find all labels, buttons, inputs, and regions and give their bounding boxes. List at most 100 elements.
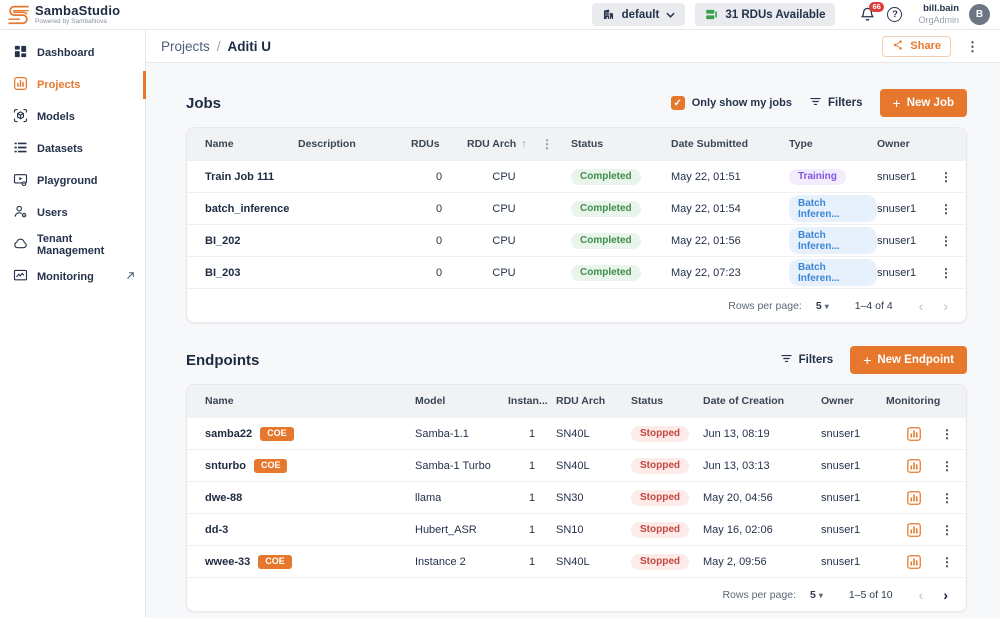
row-menu-button[interactable]: ⋮ <box>941 555 953 569</box>
endpoints-table-row[interactable]: dd-3Hubert_ASR1SN10StoppedMay 16, 02:06s… <box>187 513 966 545</box>
monitoring-chart-icon[interactable] <box>886 522 941 538</box>
row-menu-button[interactable]: ⋮ <box>941 491 953 505</box>
endpoint-name: samba22COE <box>205 427 415 441</box>
sidebar-item-models[interactable]: Models <box>0 101 145 133</box>
previous-page-button[interactable]: ‹ <box>919 299 924 313</box>
page-menu-button[interactable]: ⋮ <box>966 40 979 53</box>
rows-per-page-select[interactable]: 5▾ <box>810 589 823 601</box>
endpoint-rdu-arch: SN40L <box>556 460 631 472</box>
app-logo[interactable]: SambaStudio Powered by SambaNova <box>8 4 120 25</box>
column-header-status[interactable]: Status <box>631 395 703 407</box>
row-menu-button[interactable]: ⋮ <box>940 202 952 216</box>
row-menu-button[interactable]: ⋮ <box>940 234 952 248</box>
row-menu-button[interactable]: ⋮ <box>941 459 953 473</box>
share-button[interactable]: Share <box>882 36 951 57</box>
user-info: bill.bain OrgAdmin <box>918 3 959 25</box>
next-page-button[interactable]: › <box>943 588 948 602</box>
building-icon <box>602 8 615 21</box>
new-job-button[interactable]: + New Job <box>880 89 967 117</box>
endpoints-table-body: samba22COESamba-1.11SN40LStoppedJun 13, … <box>187 417 966 577</box>
caret-down-icon: ▾ <box>819 591 823 600</box>
column-header-instances[interactable]: Instan... <box>508 395 556 407</box>
job-owner: snuser1 <box>877 203 937 215</box>
previous-page-button[interactable]: ‹ <box>919 588 924 602</box>
job-rdus: 0 <box>411 203 467 215</box>
playground-icon <box>13 172 28 190</box>
job-rdu-arch: CPU <box>467 267 541 279</box>
notifications-button[interactable]: 66 <box>859 6 877 24</box>
rdus-available-chip[interactable]: 31 RDUs Available <box>695 3 835 26</box>
column-header-rdu-arch[interactable]: RDU Arch <box>556 395 631 407</box>
jobs-table-row[interactable]: BI_2030CPUCompletedMay 22, 07:23Batch In… <box>187 256 966 288</box>
column-header-date-of-creation[interactable]: Date of Creation <box>703 395 821 407</box>
sidebar-item-dashboard[interactable]: Dashboard <box>0 37 145 69</box>
sidebar-item-datasets[interactable]: Datasets <box>0 133 145 165</box>
jobs-section-header: Jobs ✓ Only show my jobs Filters <box>186 89 967 117</box>
endpoint-name-text: dd-3 <box>205 524 228 536</box>
job-rdus: 0 <box>411 267 467 279</box>
sidebar-item-projects[interactable]: Projects <box>0 69 145 101</box>
column-header-owner[interactable]: Owner <box>877 138 937 150</box>
column-header-description[interactable]: Description <box>298 138 411 150</box>
monitoring-chart-icon[interactable] <box>886 458 941 474</box>
sidebar-item-users[interactable]: Users <box>0 197 145 229</box>
endpoint-rdu-arch: SN10 <box>556 524 631 536</box>
next-page-button[interactable]: › <box>943 299 948 313</box>
sidebar-item-monitoring[interactable]: Monitoring <box>0 261 145 293</box>
monitoring-chart-icon[interactable] <box>886 490 941 506</box>
endpoint-rdu-arch: SN40L <box>556 428 631 440</box>
row-menu-button[interactable]: ⋮ <box>941 427 953 441</box>
column-header-date-submitted[interactable]: Date Submitted <box>671 138 789 150</box>
endpoints-table: Name Model Instan... RDU Arch Status Dat… <box>186 384 967 612</box>
endpoint-name-text: samba22 <box>205 428 252 440</box>
monitoring-chart-icon[interactable] <box>886 554 941 570</box>
rows-per-page-label: Rows per page: <box>728 300 802 312</box>
column-header-monitoring[interactable]: Monitoring <box>886 395 941 407</box>
endpoint-status: Stopped <box>631 426 703 442</box>
column-header-rdus[interactable]: RDUs <box>411 138 467 150</box>
endpoints-table-row[interactable]: snturboCOESamba-1 Turbo1SN40LStoppedJun … <box>187 449 966 481</box>
jobs-pagination: Rows per page: 5▾ 1–4 of 4 ‹ › <box>187 288 966 322</box>
row-menu-button[interactable]: ⋮ <box>940 170 952 184</box>
column-header-name[interactable]: Name <box>205 138 298 150</box>
checkbox-checked-icon: ✓ <box>671 96 685 110</box>
column-header-type[interactable]: Type <box>789 138 877 150</box>
jobs-filters-button[interactable]: Filters <box>809 95 863 111</box>
type-badge: Batch Inferen... <box>789 195 877 222</box>
job-name: Train Job 111 <box>205 171 298 183</box>
avatar[interactable]: B <box>969 4 990 25</box>
job-date-submitted: May 22, 01:54 <box>671 203 789 215</box>
sidebar-item-playground[interactable]: Playground <box>0 165 145 197</box>
endpoints-table-row[interactable]: dwe-88llama1SN30StoppedMay 20, 04:56snus… <box>187 481 966 513</box>
tenant-name: default <box>622 9 660 21</box>
row-menu-button[interactable]: ⋮ <box>940 266 952 280</box>
column-header-model[interactable]: Model <box>415 395 508 407</box>
column-header-status[interactable]: Status <box>571 138 671 150</box>
column-header-name[interactable]: Name <box>205 395 415 407</box>
new-endpoint-button[interactable]: + New Endpoint <box>850 346 967 374</box>
endpoint-status: Stopped <box>631 458 703 474</box>
jobs-table-row[interactable]: Train Job 1110CPUCompletedMay 22, 01:51T… <box>187 160 966 192</box>
row-menu-button[interactable]: ⋮ <box>941 523 953 537</box>
endpoint-date-of-creation: May 20, 04:56 <box>703 492 821 504</box>
sidebar-item-tenant-management[interactable]: Tenant Management <box>0 229 145 261</box>
rows-per-page-select[interactable]: 5▾ <box>816 300 829 312</box>
endpoints-filters-button[interactable]: Filters <box>780 352 834 368</box>
only-my-jobs-checkbox[interactable]: ✓ Only show my jobs <box>671 96 792 110</box>
jobs-table-row[interactable]: BI_2020CPUCompletedMay 22, 01:56Batch In… <box>187 224 966 256</box>
column-menu-icon[interactable]: ⋮ <box>541 137 571 151</box>
help-button[interactable]: ? <box>887 7 902 22</box>
endpoints-table-row[interactable]: wwee-33COEInstance 21SN40LStoppedMay 2, … <box>187 545 966 577</box>
column-header-rdu-arch[interactable]: RDU Arch ↑ <box>467 138 541 150</box>
endpoints-table-row[interactable]: samba22COESamba-1.11SN40LStoppedJun 13, … <box>187 417 966 449</box>
breadcrumb-projects-link[interactable]: Projects <box>161 39 210 54</box>
jobs-title: Jobs <box>186 95 221 112</box>
monitoring-chart-icon[interactable] <box>886 426 941 442</box>
sidebar-item-label: Tenant Management <box>37 233 136 257</box>
jobs-table-row[interactable]: batch_inference0CPUCompletedMay 22, 01:5… <box>187 192 966 224</box>
tenant-selector[interactable]: default <box>592 3 686 26</box>
column-header-label: RDU Arch <box>467 138 516 150</box>
column-header-owner[interactable]: Owner <box>821 395 886 407</box>
endpoint-rdu-arch: SN30 <box>556 492 631 504</box>
datasets-icon <box>13 140 28 158</box>
